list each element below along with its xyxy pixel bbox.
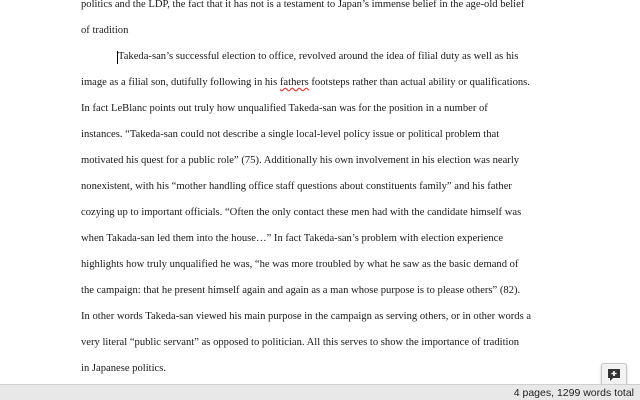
text-line[interactable]: in Japanese politics. bbox=[81, 363, 166, 374]
misspelled-word[interactable]: fathers bbox=[280, 77, 309, 88]
comment-plus-icon bbox=[608, 369, 620, 381]
text-line[interactable]: Takeda-san’s successful election to offi… bbox=[118, 51, 518, 62]
text-line[interactable]: very literal “public servant” as opposed… bbox=[81, 337, 519, 348]
document-page[interactable]: politics and the LDP, the fact that it h… bbox=[0, 0, 640, 400]
status-bar: 4 pages, 1299 words total bbox=[0, 384, 640, 400]
text-line[interactable]: image as a filial son, dutifully followi… bbox=[81, 77, 530, 88]
text-line[interactable]: highlights how truly unqualified he was,… bbox=[81, 259, 518, 270]
text-segment: image as a filial son, dutifully followi… bbox=[81, 77, 280, 88]
text-line[interactable]: cozying up to important officials. “Ofte… bbox=[81, 207, 521, 218]
text-line[interactable]: of tradition bbox=[81, 25, 128, 36]
word-count[interactable]: 4 pages, 1299 words total bbox=[514, 387, 634, 399]
text-line[interactable]: when Takada-san led them into the house…… bbox=[81, 233, 503, 244]
text-line[interactable]: instances. “Takeda-san could not describ… bbox=[81, 129, 499, 140]
text-line[interactable]: nonexistent, with his “mother handling o… bbox=[81, 181, 512, 192]
text-line[interactable]: the campaign: that he present himself ag… bbox=[81, 285, 520, 296]
text-line[interactable]: In other words Takeda-san viewed his mai… bbox=[81, 311, 531, 322]
text-line[interactable]: In fact LeBlanc points out truly how unq… bbox=[81, 103, 488, 114]
text-line[interactable]: motivated his quest for a public role” (… bbox=[81, 155, 519, 166]
text-segment: footsteps rather than actual ability or … bbox=[308, 77, 530, 88]
text-line[interactable]: politics and the LDP, the fact that it h… bbox=[81, 0, 524, 10]
